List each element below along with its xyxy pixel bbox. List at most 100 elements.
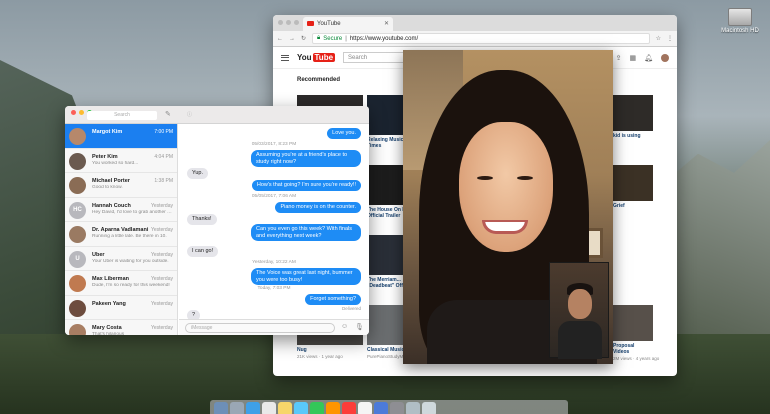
contact-avatar [69, 152, 86, 170]
video-subtitle[interactable]: Times [367, 143, 381, 149]
minimize-window-button[interactable] [79, 110, 84, 115]
sent-message-bubble[interactable]: Assuming you're at a friend's place to s… [251, 150, 361, 167]
facetime-video-call[interactable] [403, 50, 613, 364]
self-body [558, 321, 602, 359]
chrome-icon[interactable] [358, 402, 372, 414]
upload-icon[interactable]: ⇪ [616, 54, 622, 62]
photos-icon[interactable] [326, 402, 340, 414]
close-window-button[interactable] [278, 20, 283, 25]
video-thumbnail[interactable] [367, 165, 405, 205]
zoom-window-button[interactable] [294, 20, 299, 25]
video-thumbnail[interactable] [367, 95, 405, 135]
sent-message-bubble[interactable]: Piano money is on the counter. [275, 202, 361, 213]
conversation-preview: You worked so hard... [92, 160, 139, 166]
caller-right-eye [517, 176, 533, 180]
conversation-item[interactable]: Margot Kim 7:00 PM [65, 124, 177, 149]
tab-close-icon[interactable]: ✕ [384, 17, 389, 31]
downloads-folder-icon[interactable] [406, 402, 420, 414]
self-face [568, 289, 592, 319]
conversation-time: Yesterday [150, 276, 173, 282]
sent-message-bubble[interactable]: The Voice was great last night, bummer y… [251, 268, 361, 285]
sent-message-bubble[interactable]: How's that going? I'm sure you're ready!… [251, 180, 361, 191]
back-arrow-icon[interactable]: ← [277, 36, 283, 42]
conversation-item[interactable]: Michael Porter 1:38 PM Good to know. [65, 173, 177, 198]
trash-icon[interactable] [422, 402, 436, 414]
conversation-item[interactable]: Mary Costa Yesterday That's hilarious [65, 320, 177, 335]
conversation-preview: Running a little late. Be there in 10. [92, 234, 167, 239]
sent-message-bubble[interactable]: Can you even go this week? With finals a… [251, 224, 361, 241]
contact-name: Peter Kim [92, 153, 118, 160]
video-title[interactable]: kid is using [613, 133, 641, 139]
facetime-icon[interactable] [310, 402, 324, 414]
conversation-preview: Your Uber is waiting for you outside. [92, 258, 169, 264]
contact-name: Uber [92, 251, 105, 258]
conversation-item[interactable]: Max Liberman Yesterday Dude, I'm so ready … [65, 271, 177, 296]
conversation-item[interactable]: Pakeen Yang Yesterday [65, 296, 177, 320]
emoji-icon[interactable]: ☺ [341, 323, 348, 330]
received-message-bubble[interactable]: Yup. [187, 168, 209, 179]
hard-drive-desktop-icon[interactable]: Macintosh HD [716, 8, 764, 34]
launchpad-icon[interactable] [230, 402, 244, 414]
close-window-button[interactable] [71, 110, 76, 115]
sent-message-bubble[interactable]: Love you. [327, 128, 361, 139]
delivery-status: Delivered [341, 306, 361, 311]
contact-name: Mary Costa [92, 325, 122, 331]
finder-icon[interactable] [214, 402, 228, 414]
conversation-time: 7:00 PM [154, 129, 173, 135]
video-thumbnail[interactable] [613, 305, 653, 341]
conversation-item[interactable]: Dr. Aparna Vadlamani Yesterday Running a l… [65, 222, 177, 247]
video-subtitle[interactable]: "Deadbeat" Off [367, 283, 403, 289]
microphone-icon[interactable]: 🎙︎ [355, 323, 364, 331]
messages-window[interactable]: Search ✎ ⓘ Margot Kim 7:00 PM Peter Kim 4:0… [65, 106, 369, 335]
conversation-item[interactable]: U Uber Yesterday Your Uber is waiting for y… [65, 247, 177, 271]
browser-toolbar: ← → ↻ 🔒︎ Secure | https://www.youtube.co… [273, 31, 677, 47]
minimize-window-button[interactable] [286, 20, 291, 25]
conversation-preview: Hey David, I'd love to grab another drin… [92, 209, 174, 215]
self-view-preview[interactable] [549, 262, 609, 359]
reload-icon[interactable]: ↻ [301, 35, 306, 42]
chrome-menu-icon[interactable]: ⋮ [667, 35, 673, 42]
compose-icon[interactable]: ✎ [165, 110, 171, 118]
tab-title: YouTube [317, 21, 341, 27]
video-title[interactable]: Grief [613, 203, 625, 209]
system-preferences-icon[interactable] [390, 402, 404, 414]
youtube-logo[interactable]: You Tube [297, 53, 336, 62]
safari-icon[interactable] [246, 402, 260, 414]
browser-tab-youtube[interactable]: YouTube ✕ [303, 17, 393, 31]
conversation-item[interactable]: HC Hannah Couch Yesterday Hey David, I'd lo… [65, 198, 177, 222]
sent-message-bubble[interactable]: Forget something? [305, 294, 361, 305]
messages-icon[interactable] [294, 402, 308, 414]
message-timestamp: Today, 7:03 PM [257, 286, 291, 291]
received-message-bubble[interactable]: I can go! [187, 246, 219, 257]
message-timestamp: Yesterday, 10:22 AM [252, 260, 296, 265]
messages-search-input[interactable]: Search [87, 111, 157, 120]
bookmark-star-icon[interactable]: ☆ [656, 35, 661, 42]
conversation-item[interactable]: Peter Kim 4:04 PM You worked so hard... [65, 149, 177, 173]
video-subtitle[interactable]: Official Trailer [367, 213, 400, 219]
conversation-list: Margot Kim 7:00 PM Peter Kim 4:04 PM You wor… [65, 124, 178, 335]
imessage-input[interactable]: iMessage [185, 323, 335, 333]
app-store-icon[interactable] [374, 402, 388, 414]
received-message-bubble[interactable]: Thanks! [187, 214, 217, 225]
video-thumbnail[interactable] [367, 235, 405, 275]
video-subtitle[interactable]: Videos [613, 349, 629, 355]
notifications-bell-icon[interactable]: 🔔︎ [644, 54, 653, 62]
video-thumbnail[interactable] [367, 305, 405, 345]
account-avatar[interactable] [661, 53, 669, 62]
contact-avatar [69, 275, 86, 292]
details-icon[interactable]: ⓘ [187, 111, 192, 118]
apps-grid-icon[interactable]: ▦ [629, 54, 636, 62]
music-icon[interactable] [342, 402, 356, 414]
calendar-icon[interactable] [262, 402, 276, 414]
video-title[interactable]: Nug [297, 347, 307, 353]
message-thread: Love you. 05/03/2017, 8:23 PM Assuming you… [179, 124, 369, 321]
video-thumbnail[interactable] [613, 95, 653, 131]
video-meta: 2M views · 4 years ago [613, 356, 660, 361]
forward-arrow-icon[interactable]: → [289, 36, 295, 42]
contact-avatar [69, 226, 86, 243]
address-bar[interactable]: 🔒︎ Secure | https://www.youtube.com/ [312, 33, 650, 44]
notes-icon[interactable] [278, 402, 292, 414]
video-thumbnail[interactable] [613, 165, 653, 201]
hamburger-menu-icon[interactable] [281, 54, 289, 61]
conversation-time: Yesterday [150, 202, 173, 209]
